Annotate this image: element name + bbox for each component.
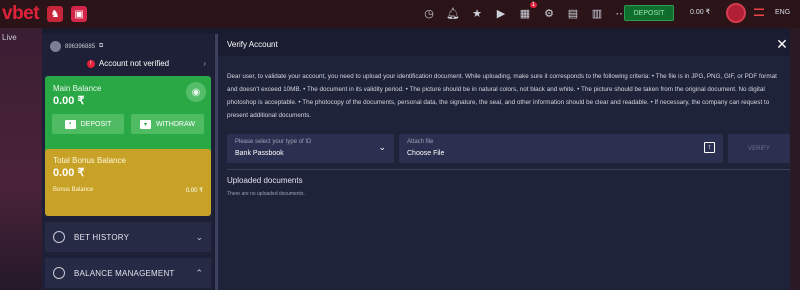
attach-file-input[interactable]: Attach file Choose File ↑ xyxy=(399,134,723,163)
account-panel: 896396885 ⧉ ! Account not verified › Mai… xyxy=(42,34,214,290)
bell-icon[interactable]: 🔔︎ xyxy=(444,4,462,22)
history-icon xyxy=(53,231,65,243)
gift-promo-icon[interactable]: ▣ xyxy=(71,6,88,22)
vbet-logo[interactable]: vbet xyxy=(2,3,40,25)
menu-item-label: BET HISTORY xyxy=(74,232,130,242)
dialog-title: Verify Account xyxy=(227,40,278,49)
star-icon[interactable]: ★ xyxy=(468,4,486,22)
user-id-row: 896396885 ⧉ xyxy=(50,41,103,52)
main-balance-value: 0.00 ₹ xyxy=(53,95,85,107)
deposit-label: DEPOSIT xyxy=(80,120,112,128)
withdraw-label: WITHDRAW xyxy=(155,120,195,128)
promo-badge-icon[interactable]: ♞ xyxy=(47,6,64,22)
chevron-down-icon: ⌄ xyxy=(378,142,386,152)
id-type-label: Please select your type of ID xyxy=(235,139,312,145)
page-backdrop xyxy=(0,28,42,290)
verify-description: Dear user, to validate your account, you… xyxy=(227,73,777,119)
dialog-header: Verify Account ✕ xyxy=(218,34,790,56)
bonus-sub-value: 0.00 ₹ xyxy=(185,188,203,194)
notification-count-badge: 1 xyxy=(529,2,537,8)
video-icon[interactable]: ▶ xyxy=(492,4,510,22)
warning-icon: ! xyxy=(86,59,95,68)
menu-item-label: BALANCE MANAGEMENT xyxy=(74,268,175,278)
upload-icon[interactable]: ↑ xyxy=(704,142,715,153)
attach-file-label: Attach file xyxy=(407,139,434,145)
account-verify-row[interactable]: ! Account not verified › xyxy=(42,59,214,68)
menu-item-bet-history[interactable]: BET HISTORY ⌄ xyxy=(45,222,211,252)
wallet-icon: ▪ xyxy=(64,119,76,129)
verify-button[interactable]: VERIFY xyxy=(728,134,790,163)
user-avatar-icon xyxy=(50,41,61,52)
bonus-balance-card: Total Bonus Balance 0.00 ₹ Bonus Balance… xyxy=(45,149,211,216)
uploaded-documents-title: Uploaded documents xyxy=(227,176,303,185)
divider xyxy=(227,169,790,170)
copy-icon[interactable]: ⧉ xyxy=(99,43,103,50)
verify-status: Account not verified xyxy=(98,59,170,68)
page-backdrop-right xyxy=(790,28,800,290)
uploaded-documents-empty: There are no uploaded documents. xyxy=(227,191,305,197)
withdraw-icon: ▾ xyxy=(139,119,151,129)
chevron-up-icon: ⌃ xyxy=(195,267,203,278)
settings-icon[interactable]: ⚙ xyxy=(540,4,558,22)
withdraw-button[interactable]: ▾ WITHDRAW xyxy=(131,114,204,134)
chevron-right-icon: › xyxy=(203,59,206,68)
bonus-title: Total Bonus Balance xyxy=(53,156,126,165)
attach-file-value: Choose File xyxy=(407,150,445,157)
language-selector[interactable]: ENG xyxy=(775,9,790,16)
gift-icon[interactable]: ▦ 1 xyxy=(516,2,537,22)
bonus-value: 0.00 ₹ xyxy=(53,167,85,179)
main-balance-title: Main Balance xyxy=(53,84,102,93)
id-type-value: Bank Passbook xyxy=(235,150,284,157)
header-icons: ◷ 🔔︎ ★ ▶ ▦ 1 ⚙ ▤ ▥ ⋯ xyxy=(420,2,630,22)
header-balance[interactable]: 0.00 ₹ xyxy=(690,8,710,16)
deposit-button[interactable]: ▪ DEPOSIT xyxy=(52,114,124,134)
history-icon[interactable]: ◷ xyxy=(420,4,438,22)
news-icon[interactable]: ▥ xyxy=(588,4,606,22)
verify-account-dialog: Verify Account ✕ Dear user, to validate … xyxy=(218,34,790,290)
user-id: 896396885 xyxy=(65,43,96,50)
header-deposit-button[interactable]: DEPOSIT xyxy=(624,5,674,21)
avatar[interactable] xyxy=(726,3,746,23)
live-label[interactable]: Live xyxy=(2,33,17,42)
flag-icon[interactable]: ▬▬ ▬▬ xyxy=(754,6,764,18)
bonus-sub-label: Bonus Balance xyxy=(53,187,94,193)
close-icon[interactable]: ✕ xyxy=(774,36,790,52)
chevron-down-icon: ⌄ xyxy=(195,231,203,242)
id-type-select[interactable]: Please select your type of ID Bank Passb… xyxy=(227,134,394,163)
top-bar: vbet ♞ ▣ ◷ 🔔︎ ★ ▶ ▦ 1 ⚙ ▤ ▥ ⋯ DEPOSIT 0.0… xyxy=(0,0,800,28)
casino-icon[interactable]: ▤ xyxy=(564,4,582,22)
menu-item-balance-management[interactable]: BALANCE MANAGEMENT ⌃ xyxy=(45,258,211,288)
balance-icon xyxy=(53,267,65,279)
eye-icon[interactable]: ◉ xyxy=(186,82,206,102)
